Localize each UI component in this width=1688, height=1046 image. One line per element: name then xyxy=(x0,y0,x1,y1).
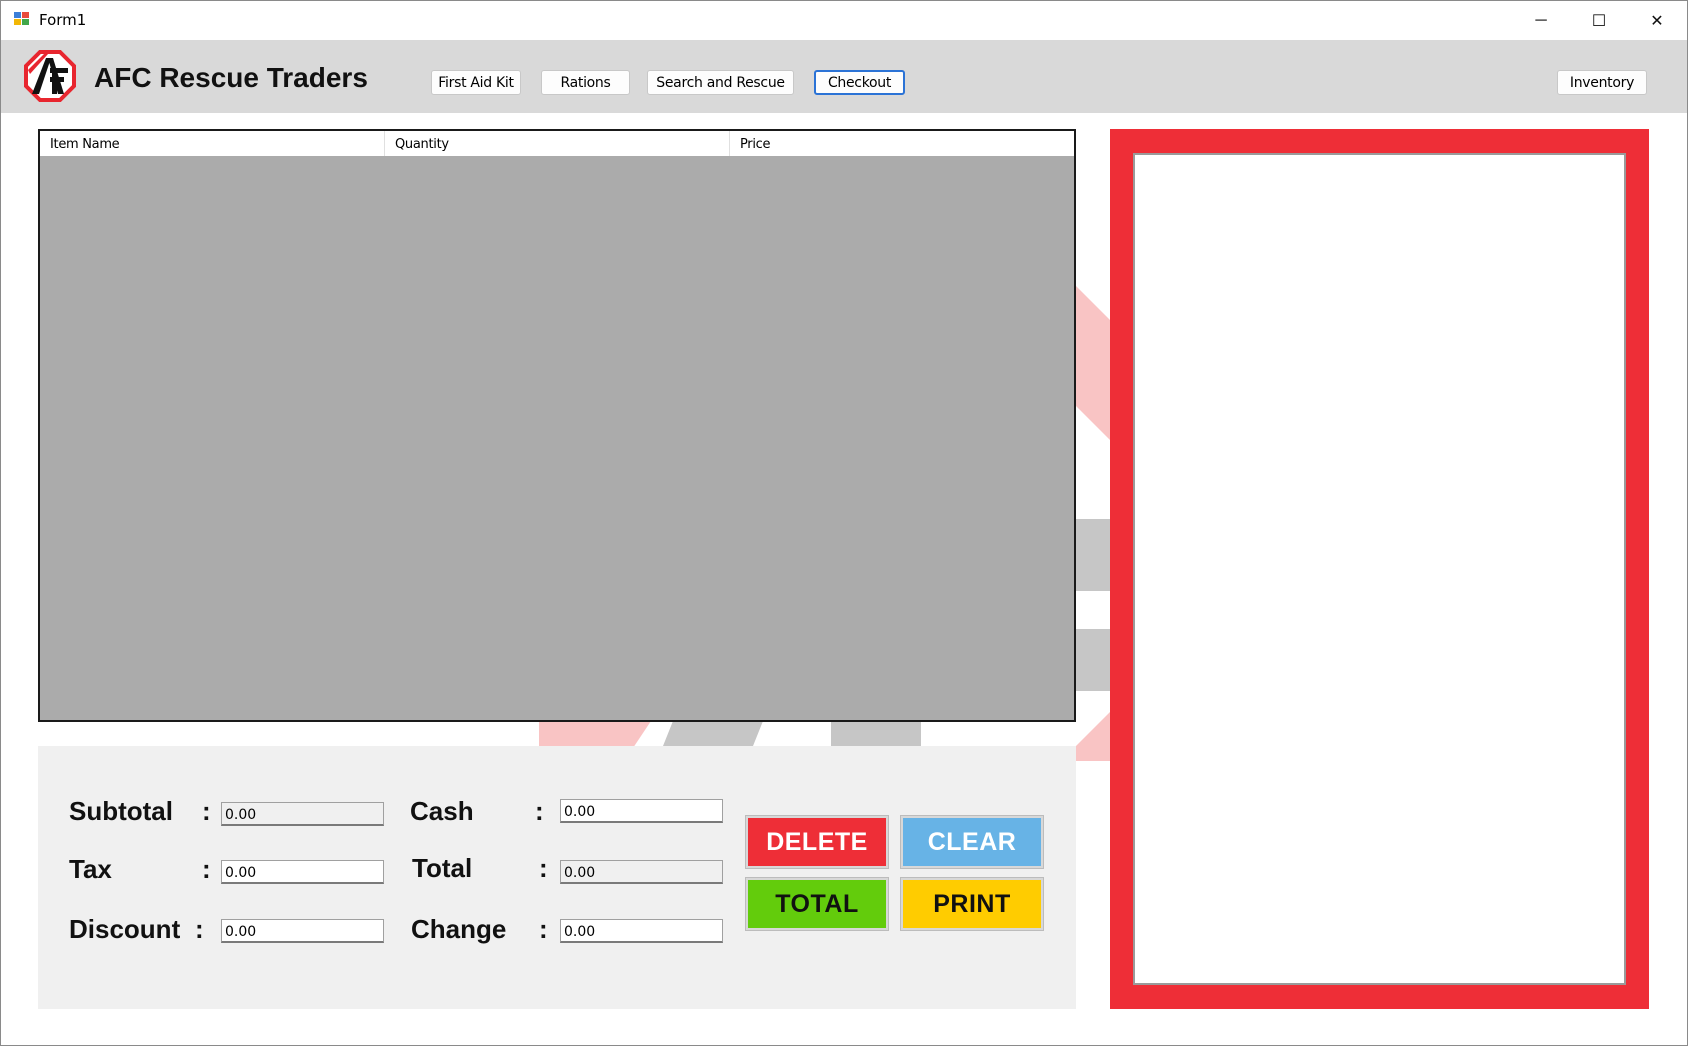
column-header-quantity[interactable]: Quantity xyxy=(385,131,730,156)
grid-header: Item Name Quantity Price xyxy=(40,131,1074,156)
total-field[interactable]: 0.00 xyxy=(560,860,723,884)
print-button[interactable]: PRINT xyxy=(900,877,1044,931)
tax-field[interactable]: 0.00 xyxy=(221,860,384,884)
app-header: AFC Rescue Traders First Aid Kit Rations… xyxy=(1,40,1687,113)
tax-label: Tax xyxy=(69,854,112,884)
subtotal-label: Subtotal xyxy=(69,796,173,826)
cash-field[interactable]: 0.00 xyxy=(560,799,723,823)
clear-button[interactable]: CLEAR xyxy=(900,815,1044,869)
column-header-price[interactable]: Price xyxy=(730,131,1074,156)
close-button[interactable]: ✕ xyxy=(1628,1,1686,40)
afc-logo-icon xyxy=(24,50,76,102)
total-button[interactable]: TOTAL xyxy=(745,877,889,931)
totals-panel: Subtotal : 0.00 Tax : 0.00 Discount : 0.… xyxy=(38,746,1076,1009)
discount-field[interactable]: 0.00 xyxy=(221,919,384,943)
search-and-rescue-button[interactable]: Search and Rescue xyxy=(647,70,794,95)
checkout-button[interactable]: Checkout xyxy=(814,70,905,95)
change-colon: : xyxy=(539,914,548,944)
receipt-textbox[interactable] xyxy=(1133,153,1626,985)
total-colon: : xyxy=(539,853,548,883)
windows-form-icon xyxy=(14,12,31,27)
title-bar: Form1 ─ ☐ ✕ xyxy=(1,1,1687,40)
cash-label: Cash xyxy=(410,796,474,826)
subtotal-colon: : xyxy=(202,796,211,826)
inventory-button[interactable]: Inventory xyxy=(1557,70,1647,95)
column-header-item-name[interactable]: Item Name xyxy=(40,131,385,156)
main-window: Form1 ─ ☐ ✕ AFC Rescue Traders First Aid… xyxy=(0,0,1688,1046)
total-label: Total xyxy=(412,853,473,883)
delete-button[interactable]: DELETE xyxy=(745,815,889,869)
subtotal-field[interactable]: 0.00 xyxy=(221,802,384,826)
tax-colon: : xyxy=(202,854,211,884)
window-title: Form1 xyxy=(39,11,87,29)
cart-grid[interactable]: Item Name Quantity Price xyxy=(38,129,1076,722)
change-field[interactable]: 0.00 xyxy=(560,919,723,943)
cash-colon: : xyxy=(535,796,544,826)
maximize-button[interactable]: ☐ xyxy=(1570,1,1628,40)
brand-title: AFC Rescue Traders xyxy=(94,62,368,93)
discount-colon: : xyxy=(195,914,204,944)
discount-label: Discount xyxy=(69,914,181,944)
first-aid-kit-button[interactable]: First Aid Kit xyxy=(431,70,521,95)
change-label: Change xyxy=(411,914,507,944)
rations-button[interactable]: Rations xyxy=(541,70,630,95)
minimize-button[interactable]: ─ xyxy=(1512,1,1570,40)
